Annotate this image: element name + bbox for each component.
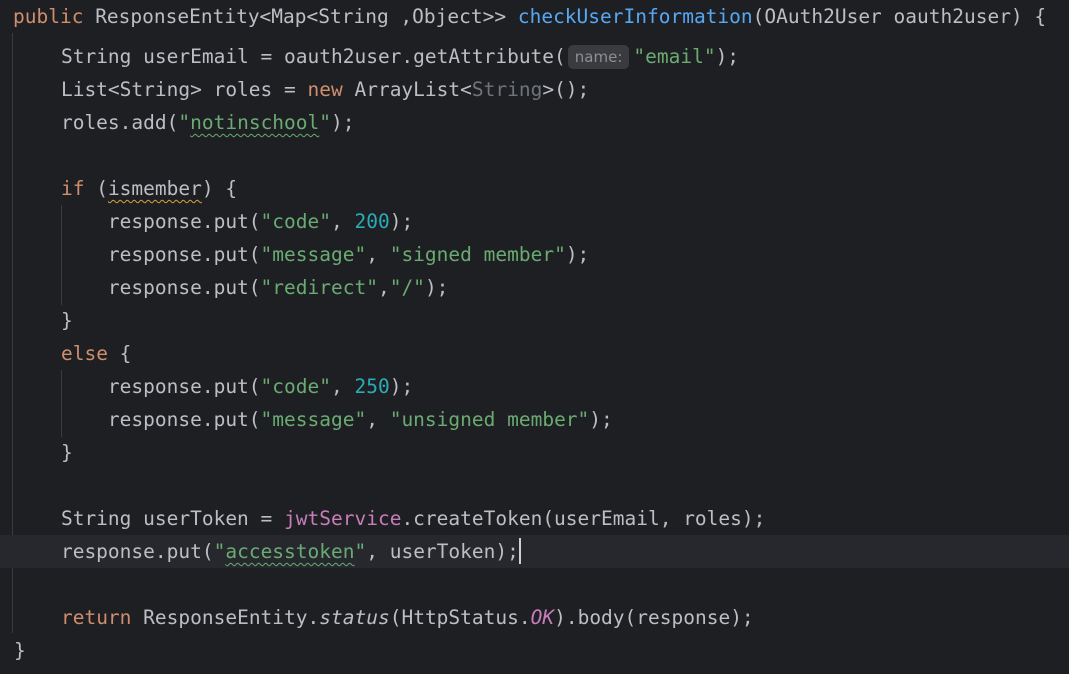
token-string: " <box>213 540 226 563</box>
token-text: response.put( <box>14 276 261 299</box>
token-text: ).body(response); <box>554 606 754 629</box>
token-text: ); <box>331 111 355 134</box>
token-string: "code" <box>260 210 331 233</box>
token-text: ); <box>389 375 414 398</box>
token-text: ); <box>424 276 449 299</box>
code-line-2[interactable]: String userEmail = oauth2user.getAttribu… <box>0 40 1069 73</box>
token-text: ); <box>565 243 590 266</box>
token-string: " <box>354 540 367 563</box>
token-static-method: status <box>319 606 390 629</box>
code-line-9[interactable]: response.put("redirect","/"); <box>0 271 1069 304</box>
token-keyword: public <box>13 5 84 28</box>
token-text: (HttpStatus. <box>389 606 531 629</box>
token-text: } <box>14 309 73 332</box>
token-text: String userEmail = oauth2user.getAttribu… <box>14 45 566 68</box>
token-string: "message" <box>260 408 367 431</box>
token-text: ( <box>84 177 108 200</box>
token-string: "redirect" <box>260 276 378 299</box>
token-text: response.put( <box>14 243 261 266</box>
token-text: , <box>377 276 390 299</box>
token-static-constant: OK <box>530 606 555 629</box>
token-text: response.put( <box>14 375 261 398</box>
token-text: ) { <box>201 177 238 200</box>
code-line-11[interactable]: else { <box>0 337 1069 370</box>
token-text: ResponseEntity. <box>131 606 320 629</box>
token-text: ResponseEntity<Map<String ,Object>> <box>83 5 518 28</box>
token-text: ); <box>389 210 414 233</box>
code-line-13[interactable]: response.put("message", "unsigned member… <box>0 403 1069 436</box>
token-text: List<String> roles = <box>14 78 308 101</box>
token-field: jwtService <box>284 507 402 530</box>
code-line-17-current[interactable]: response.put("accesstoken", userToken); <box>0 535 1069 568</box>
code-editor[interactable]: public ResponseEntity<Map<String ,Object… <box>0 0 1069 674</box>
code-line-4[interactable]: roles.add("notinschool"); <box>0 106 1069 139</box>
token-text: , <box>366 243 390 266</box>
token-text: (OAuth2User oauth2user) { <box>752 5 1047 28</box>
token-number: 200 <box>354 210 390 233</box>
code-line-1[interactable]: public ResponseEntity<Map<String ,Object… <box>0 0 1069 33</box>
code-line-20[interactable]: } <box>0 634 1069 667</box>
token-string: " <box>319 111 332 134</box>
code-line-16[interactable]: String userToken = jwtService.createToke… <box>0 502 1069 535</box>
token-text: response.put( <box>14 540 214 563</box>
token-keyword: if <box>60 177 85 200</box>
token-text: } <box>14 441 73 464</box>
token-text: } <box>14 639 26 662</box>
token-text: ); <box>715 45 740 68</box>
code-line-14[interactable]: } <box>0 436 1069 469</box>
token-string: " <box>178 111 191 134</box>
token-method-name: checkUserInformation <box>517 5 753 28</box>
token-text: , userToken); <box>366 540 519 563</box>
token-string: "/" <box>389 276 425 299</box>
token-string: "signed member" <box>389 243 566 266</box>
code-line-6[interactable]: if (ismember) { <box>0 172 1069 205</box>
token-string: "unsigned member" <box>389 408 590 431</box>
token-text: >(); <box>542 78 590 101</box>
token-keyword: else <box>60 342 108 365</box>
code-line-10[interactable]: } <box>0 304 1069 337</box>
token-text: response.put( <box>14 408 261 431</box>
token-text: roles.add( <box>14 111 179 134</box>
code-line-3[interactable]: List<String> roles = new ArrayList<Strin… <box>0 73 1069 106</box>
token-text: ); <box>589 408 613 431</box>
token-text: { <box>107 342 132 365</box>
text-cursor <box>518 538 521 564</box>
code-line-19[interactable]: return ResponseEntity.status(HttpStatus.… <box>0 601 1069 634</box>
token-number: 250 <box>354 375 390 398</box>
token-text: ArrayList< <box>342 78 472 101</box>
parameter-hint: name: <box>567 45 630 69</box>
code-line-7[interactable]: response.put("code", 200); <box>0 205 1069 238</box>
token-string: "code" <box>260 375 331 398</box>
token-inferred-type: String <box>471 78 543 101</box>
token-string-typo: notinschool <box>190 111 320 134</box>
token-string: "email" <box>633 45 716 68</box>
code-line-8[interactable]: response.put("message", "signed member")… <box>0 238 1069 271</box>
token-text: response.put( <box>14 210 261 233</box>
token-text: , <box>331 210 355 233</box>
code-line-12[interactable]: response.put("code", 250); <box>0 370 1069 403</box>
token-text: , <box>366 408 390 431</box>
token-text: String userToken = <box>14 507 285 530</box>
token-string: "message" <box>260 243 367 266</box>
token-text: .createToken(userEmail, roles); <box>401 507 766 530</box>
token-keyword: new <box>307 78 343 101</box>
token-string-typo: accesstoken <box>225 540 355 563</box>
token-keyword: return <box>60 606 132 629</box>
token-variable-warning: ismember <box>107 177 202 200</box>
token-text: , <box>331 375 355 398</box>
